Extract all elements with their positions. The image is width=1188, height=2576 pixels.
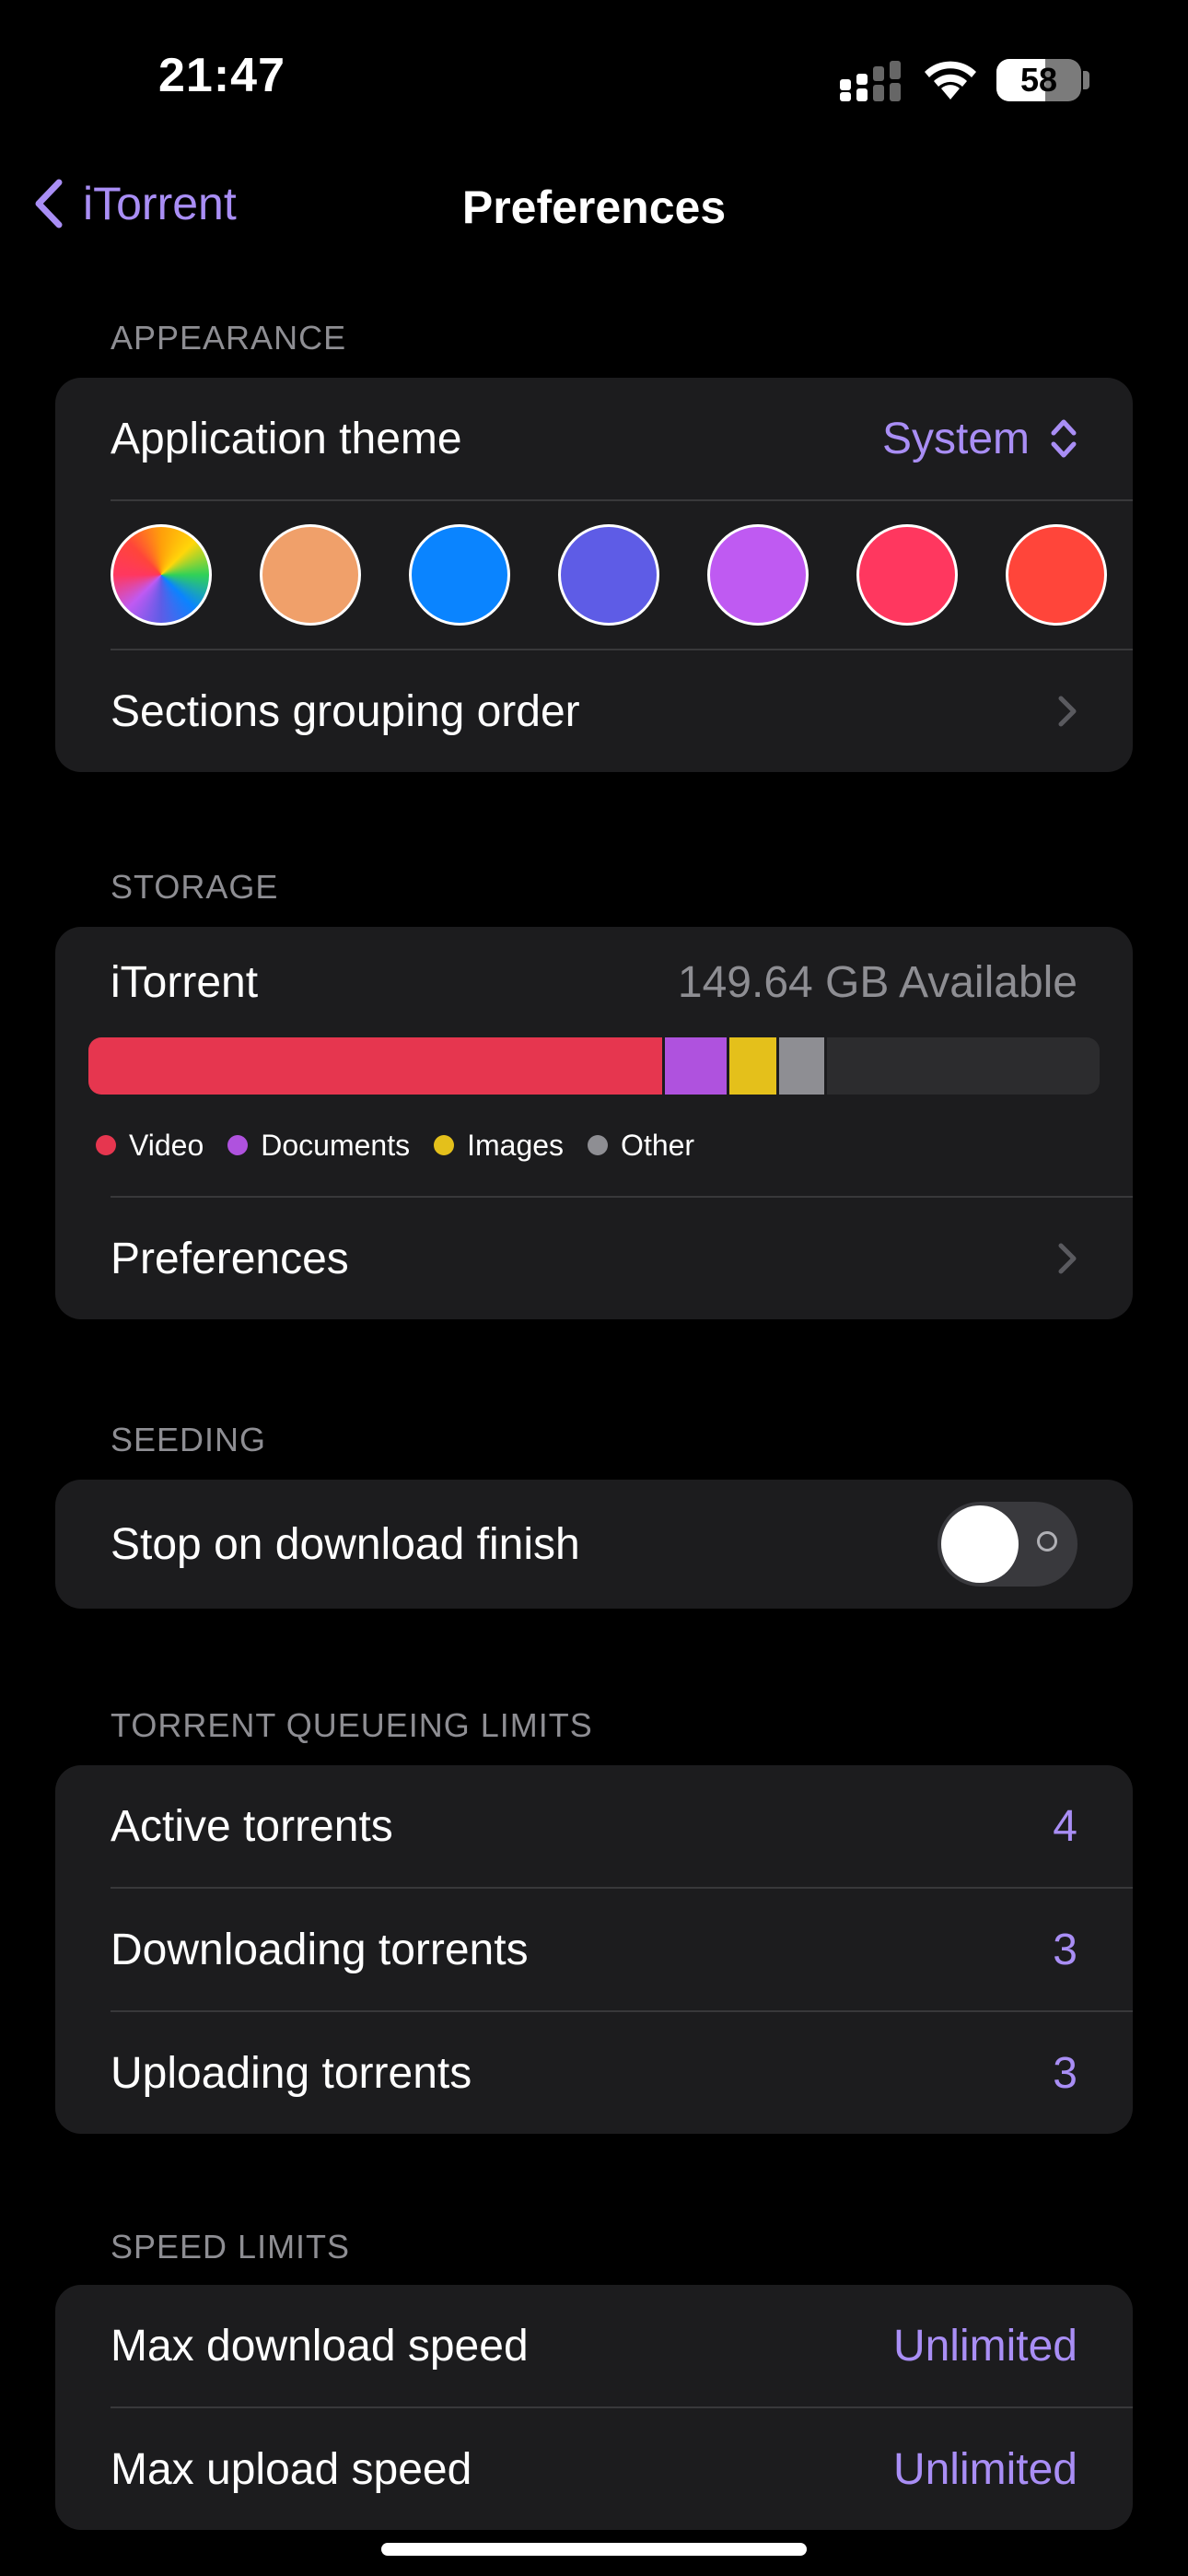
stop-on-download-finish-toggle[interactable] [938,1502,1077,1587]
storage-legend: Video Documents Images Other [55,1095,1133,1196]
active-torrents-value: 4 [1053,1801,1077,1851]
max-download-speed-row[interactable]: Max download speed Unlimited [55,2285,1133,2406]
downloading-torrents-label: Downloading torrents [111,1925,529,1974]
legend-dot [588,1135,609,1155]
navigation-bar: iTorrent Preferences [0,166,1188,249]
battery-icon: 58 [996,59,1081,101]
legend-item-other: Other [588,1129,694,1163]
legend-dot [434,1135,455,1155]
battery-percentage: 58 [1019,61,1058,99]
storage-preferences-row[interactable]: Preferences [55,1198,1133,1319]
legend-label: Documents [261,1128,411,1162]
legend-dot [227,1135,249,1155]
max-upload-speed-label: Max upload speed [111,2444,472,2494]
legend-item-documents: Documents [227,1129,410,1163]
wifi-icon [925,61,976,100]
queue-limits-card: Active torrents 4 Downloading torrents 3… [55,1765,1133,2134]
application-theme-row[interactable]: Application theme System [55,378,1133,499]
usage-segment-documents [664,1037,730,1095]
uploading-torrents-row[interactable]: Uploading torrents 3 [55,2012,1133,2134]
sections-grouping-order-label: Sections grouping order [111,686,580,736]
theme-swatch-4[interactable] [558,524,659,626]
cellular-signal-icon [840,61,901,101]
chevron-right-icon [1058,1243,1077,1274]
usage-segment-images [729,1037,779,1095]
max-upload-speed-value: Unlimited [892,2444,1077,2494]
theme-swatch-6[interactable] [856,524,958,626]
chevron-right-icon [1058,696,1077,727]
home-indicator[interactable] [381,2543,807,2556]
uploading-torrents-value: 3 [1053,2048,1077,2098]
theme-swatch-3[interactable] [409,524,510,626]
legend-label: Other [621,1128,695,1162]
stop-on-download-finish-row: Stop on download finish [55,1480,1133,1609]
legend-item-images: Images [434,1129,564,1163]
toggle-off-indicator [1037,1531,1057,1551]
section-header-queue-limits: TORRENT QUEUEING LIMITS [111,1706,593,1744]
legend-label: Video [129,1128,204,1162]
max-upload-speed-row[interactable]: Max upload speed Unlimited [55,2408,1133,2530]
toggle-knob [941,1505,1019,1583]
appearance-card: Application theme System Sections groupi… [55,378,1133,772]
application-theme-value: System [881,414,1030,463]
section-header-appearance: APPEARANCE [111,319,347,357]
legend-dot [96,1135,116,1155]
usage-segment-other [778,1037,827,1095]
storage-card: iTorrent 149.64 GB Available Video Docume… [55,927,1133,1319]
usage-segment-video [88,1037,665,1095]
storage-preferences-label: Preferences [111,1234,349,1283]
seeding-card: Stop on download finish [55,1480,1133,1609]
stop-on-download-finish-label: Stop on download finish [111,1519,580,1569]
theme-color-picker [55,501,1133,649]
downloading-torrents-value: 3 [1053,1925,1077,1974]
storage-summary: iTorrent 149.64 GB Available [55,927,1133,1037]
downloading-torrents-row[interactable]: Downloading torrents 3 [55,1889,1133,2010]
page-title: Preferences [461,181,727,233]
status-bar: 21:47 58 [0,0,1188,157]
max-download-speed-label: Max download speed [111,2321,529,2371]
battery-cap [1083,71,1089,89]
storage-app-label: iTorrent [111,957,259,1007]
theme-swatch-5[interactable] [707,524,809,626]
theme-swatch-2[interactable] [260,524,361,626]
storage-usage-bar [88,1037,1100,1095]
legend-label: Images [467,1128,565,1162]
sections-grouping-order-row[interactable]: Sections grouping order [55,650,1133,772]
application-theme-label: Application theme [111,414,462,463]
theme-swatch-multicolor[interactable] [111,524,212,626]
theme-swatch-7[interactable] [1006,524,1107,626]
legend-item-video: Video [96,1129,204,1163]
speed-limits-card: Max download speed Unlimited Max upload … [55,2285,1133,2530]
section-header-speed-limits: SPEED LIMITS [111,2228,351,2266]
max-download-speed-value: Unlimited [892,2321,1077,2371]
storage-available: 149.64 GB Available [677,957,1077,1007]
chevron-up-down-icon [1051,419,1077,458]
uploading-torrents-label: Uploading torrents [111,2048,472,2098]
status-time: 21:47 [158,49,285,102]
active-torrents-row[interactable]: Active torrents 4 [55,1765,1133,1887]
section-header-storage: STORAGE [111,868,279,906]
active-torrents-label: Active torrents [111,1801,393,1851]
section-header-seeding: SEEDING [111,1421,267,1458]
